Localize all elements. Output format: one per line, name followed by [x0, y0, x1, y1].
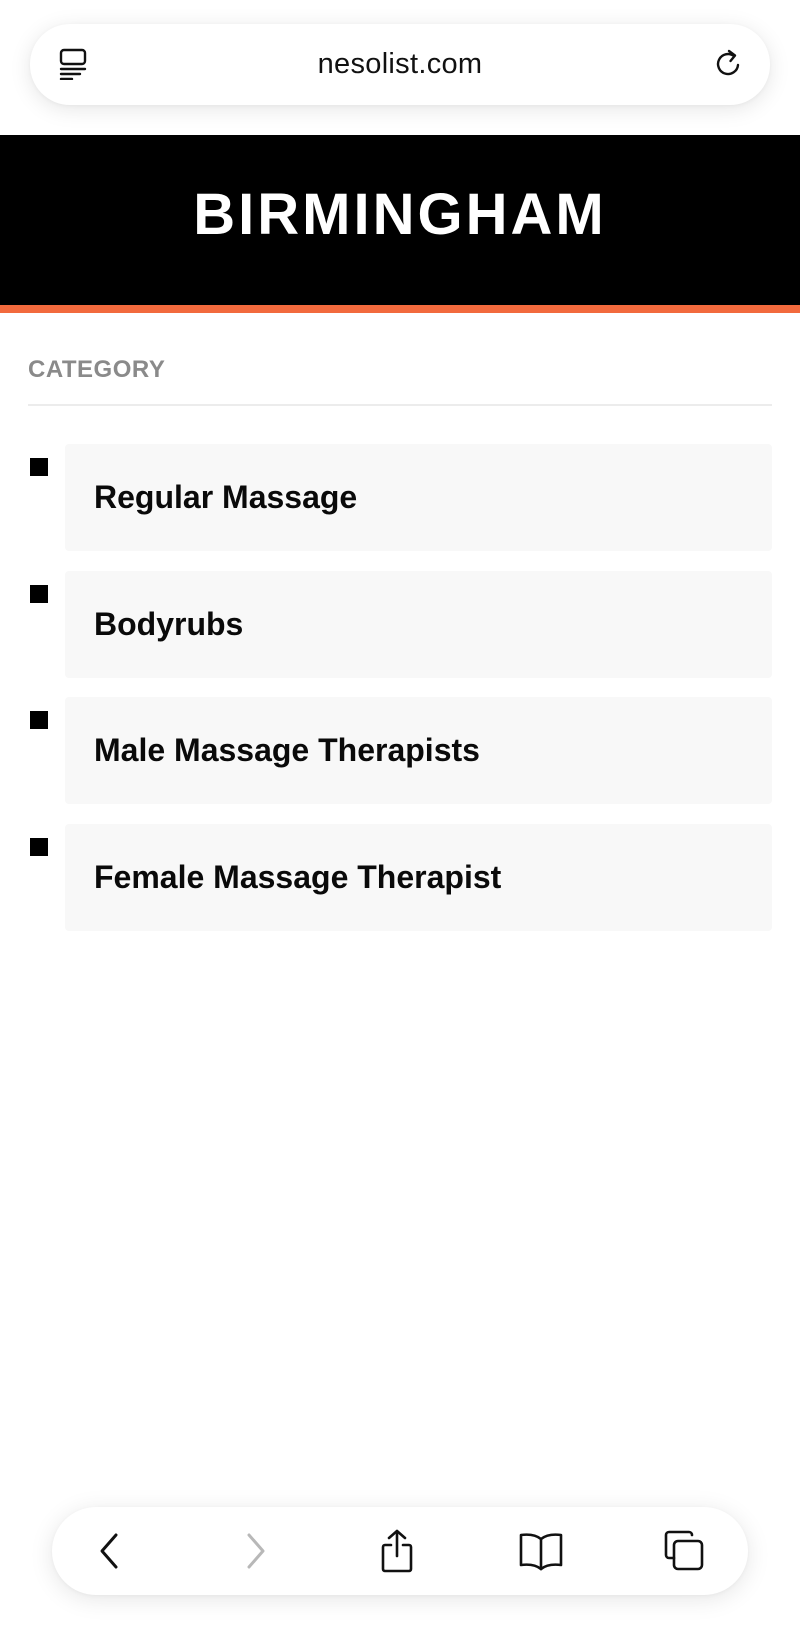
- square-bullet-icon: [30, 584, 48, 603]
- square-bullet-icon: [30, 458, 48, 476]
- page-title: BIRMINGHAM: [193, 181, 607, 247]
- category-heading: CATEGORY: [28, 356, 166, 383]
- square-bullet-icon: [30, 837, 48, 856]
- category-label: Regular Massage: [94, 479, 358, 515]
- square-bullet-icon: [30, 711, 48, 729]
- category-label: Female Massage Therapist: [94, 858, 502, 895]
- list-item: Female Massage Therapist: [0, 823, 800, 931]
- share-icon: [381, 1529, 413, 1573]
- category-link-regular-massage[interactable]: Regular Massage: [65, 444, 772, 551]
- list-item: Male Massage Therapists: [0, 697, 800, 804]
- bottom-toolbar: [52, 1507, 748, 1595]
- share-button[interactable]: [371, 1525, 423, 1577]
- header-accent-bar: [0, 305, 800, 313]
- back-button[interactable]: [83, 1525, 135, 1577]
- forward-icon: [247, 1533, 265, 1569]
- bookmarks-button[interactable]: [515, 1525, 567, 1577]
- site-header: BIRMINGHAM: [0, 135, 800, 305]
- category-link-bodyrubs[interactable]: Bodyrubs: [65, 570, 772, 678]
- category-label: Bodyrubs: [94, 605, 244, 642]
- reader-mode-icon[interactable]: [56, 47, 90, 81]
- forward-button[interactable]: [230, 1525, 282, 1577]
- category-divider: [28, 404, 772, 406]
- category-list: Regular Massage Bodyrubs Male Massage Th…: [0, 444, 800, 950]
- category-label: Male Massage Therapists: [94, 732, 480, 768]
- reload-icon[interactable]: [710, 46, 746, 82]
- category-link-female-massage-therapist[interactable]: Female Massage Therapist: [65, 823, 772, 931]
- list-item: Bodyrubs: [0, 570, 800, 678]
- back-icon: [100, 1533, 118, 1569]
- bookmarks-icon: [519, 1533, 563, 1571]
- category-link-male-massage-therapists[interactable]: Male Massage Therapists: [65, 697, 772, 804]
- url-text[interactable]: nesolist.com: [318, 48, 483, 81]
- tabs-icon: [664, 1530, 704, 1571]
- page: nesolist.com BIRMINGHAM CATEGORY Regular…: [0, 0, 800, 1648]
- list-item: Regular Massage: [0, 444, 800, 551]
- address-bar[interactable]: nesolist.com: [30, 24, 770, 105]
- tabs-button[interactable]: [658, 1525, 710, 1577]
